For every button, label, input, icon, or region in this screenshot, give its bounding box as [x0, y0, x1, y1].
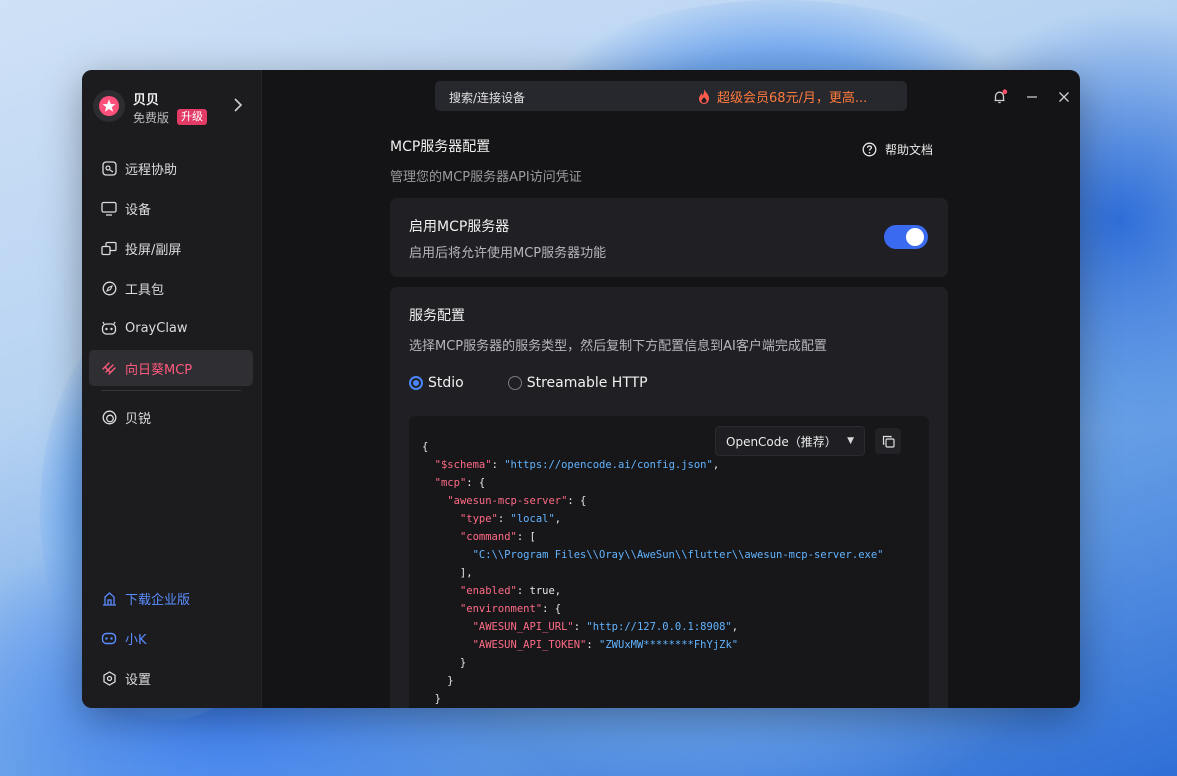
sidebar-nav: 远程协助 设备 投屏/副屏 工具包 OrayClaw 向日葵MCP 贝锐 [89, 150, 253, 439]
notification-button[interactable] [984, 88, 1016, 106]
upgrade-badge[interactable]: 升级 [177, 109, 207, 125]
monitor-icon [101, 200, 117, 216]
sidebar-item-label: 设置 [125, 672, 152, 688]
enable-mcp-card: 启用MCP服务器 启用后将允许使用MCP服务器功能 [390, 198, 948, 277]
sidebar-item-toolkit[interactable]: 工具包 [89, 270, 253, 306]
search-input[interactable]: 搜索/连接设备 [449, 89, 525, 106]
ai-client-select-value: OpenCode（推荐） [726, 434, 837, 449]
sidebar-item-cast-screen[interactable]: 投屏/副屏 [89, 230, 253, 266]
sidebar-item-label: 向日葵MCP [125, 362, 193, 378]
fire-icon [699, 89, 709, 104]
sidebar-item-sunflower-mcp[interactable]: 向日葵MCP [89, 350, 253, 386]
sidebar-item-devices[interactable]: 设备 [89, 190, 253, 226]
profile-plan: 免费版 [133, 111, 170, 125]
config-json-code: { "$schema": "https://opencode.ai/config… [422, 441, 884, 705]
sidebar: 贝贝 免费版 升级 远程协助 设备 投屏/副屏 工具包 OrayClaw 向日葵… [82, 70, 262, 708]
sidebar-item-label: 工具包 [125, 282, 165, 298]
sidebar-item-settings[interactable]: 设置 [89, 660, 253, 696]
copy-icon [882, 435, 895, 448]
sidebar-item-label: 下载企业版 [125, 592, 191, 608]
close-button[interactable] [1048, 88, 1080, 106]
sidebar-bottom-nav: 下载企业版 小K 设置 [89, 580, 253, 700]
sidebar-item-oray[interactable]: 贝锐 [89, 399, 253, 435]
compass-icon [101, 280, 117, 296]
minimize-button[interactable] [1016, 88, 1048, 106]
star-avatar-icon [99, 96, 119, 116]
help-docs-link[interactable]: 帮助文档 [862, 141, 933, 158]
help-docs-label: 帮助文档 [885, 143, 934, 157]
sidebar-item-label: 投屏/副屏 [125, 242, 182, 258]
toggle-knob [906, 228, 924, 246]
promo-text: 超级会员68元/月，更高... [717, 91, 868, 106]
cast-screen-icon [101, 240, 117, 256]
page-subtitle: 管理您的MCP服务器API访问凭证 [390, 170, 582, 185]
close-icon [1059, 92, 1069, 102]
search-bar[interactable]: 搜索/连接设备 超级会员68元/月，更高... [435, 81, 907, 111]
radio-streamable-http[interactable]: Streamable HTTP [507, 375, 648, 391]
mcp-icon [101, 360, 117, 376]
service-config-card: 服务配置 选择MCP服务器的服务类型，然后复制下方配置信息到AI客户端完成配置 … [390, 287, 948, 708]
radio-label: Streamable HTTP [526, 375, 648, 391]
sidebar-item-label: 小K [125, 632, 147, 648]
window-controls [984, 88, 1080, 106]
service-config-title: 服务配置 [409, 308, 465, 324]
radio-unselected-icon [507, 376, 522, 390]
remote-assist-icon [101, 160, 117, 176]
assistant-k-icon [101, 630, 117, 646]
avatar[interactable] [93, 90, 125, 122]
sidebar-item-label: 远程协助 [125, 162, 178, 178]
profile-card[interactable]: 贝贝 免费版 升级 [92, 88, 252, 128]
radio-selected-icon [409, 376, 423, 390]
enable-mcp-desc: 启用后将允许使用MCP服务器功能 [409, 246, 607, 261]
settings-hexagon-icon [101, 670, 117, 686]
profile-name: 贝贝 [133, 93, 160, 108]
minimize-icon [1027, 96, 1037, 98]
radio-stdio[interactable]: Stdio [409, 375, 464, 391]
app-window: 贝贝 免费版 升级 远程协助 设备 投屏/副屏 工具包 OrayClaw 向日葵… [82, 70, 1080, 708]
enable-mcp-title: 启用MCP服务器 [409, 219, 510, 235]
main-content: 搜索/连接设备 超级会员68元/月，更高... MCP服务器配置 管理您的MCP… [262, 70, 1080, 708]
enable-mcp-toggle[interactable] [884, 225, 928, 249]
ai-client-select[interactable]: OpenCode（推荐） ▼ [715, 426, 865, 456]
sidebar-item-orayclaw[interactable]: OrayClaw [89, 310, 253, 346]
copy-config-button[interactable] [875, 428, 901, 454]
oray-icon [101, 409, 117, 425]
chevron-right-icon[interactable] [232, 97, 244, 117]
sidebar-item-label: OrayClaw [125, 320, 188, 336]
sidebar-divider [101, 390, 241, 391]
help-circle-icon [862, 142, 877, 157]
service-config-desc: 选择MCP服务器的服务类型，然后复制下方配置信息到AI客户端完成配置 [409, 339, 827, 354]
sidebar-item-label: 设备 [125, 202, 152, 218]
sidebar-item-label: 贝锐 [125, 411, 152, 427]
service-type-radio-group: Stdio Streamable HTTP [409, 375, 692, 391]
sidebar-item-remote-assist[interactable]: 远程协助 [89, 150, 253, 186]
sidebar-item-download-enterprise[interactable]: 下载企业版 [89, 580, 253, 616]
page-title: MCP服务器配置 [390, 139, 491, 155]
radio-label: Stdio [428, 375, 464, 391]
bell-icon [994, 89, 1008, 104]
sidebar-item-assistant-k[interactable]: 小K [89, 620, 253, 656]
caret-down-icon: ▼ [847, 436, 854, 446]
code-toolbar: OpenCode（推荐） ▼ [715, 426, 901, 456]
config-code-block[interactable]: { "$schema": "https://opencode.ai/config… [409, 416, 929, 708]
promo-banner[interactable]: 超级会员68元/月，更高... [697, 87, 867, 106]
claw-robot-icon [101, 320, 117, 336]
enterprise-building-icon [101, 590, 117, 606]
